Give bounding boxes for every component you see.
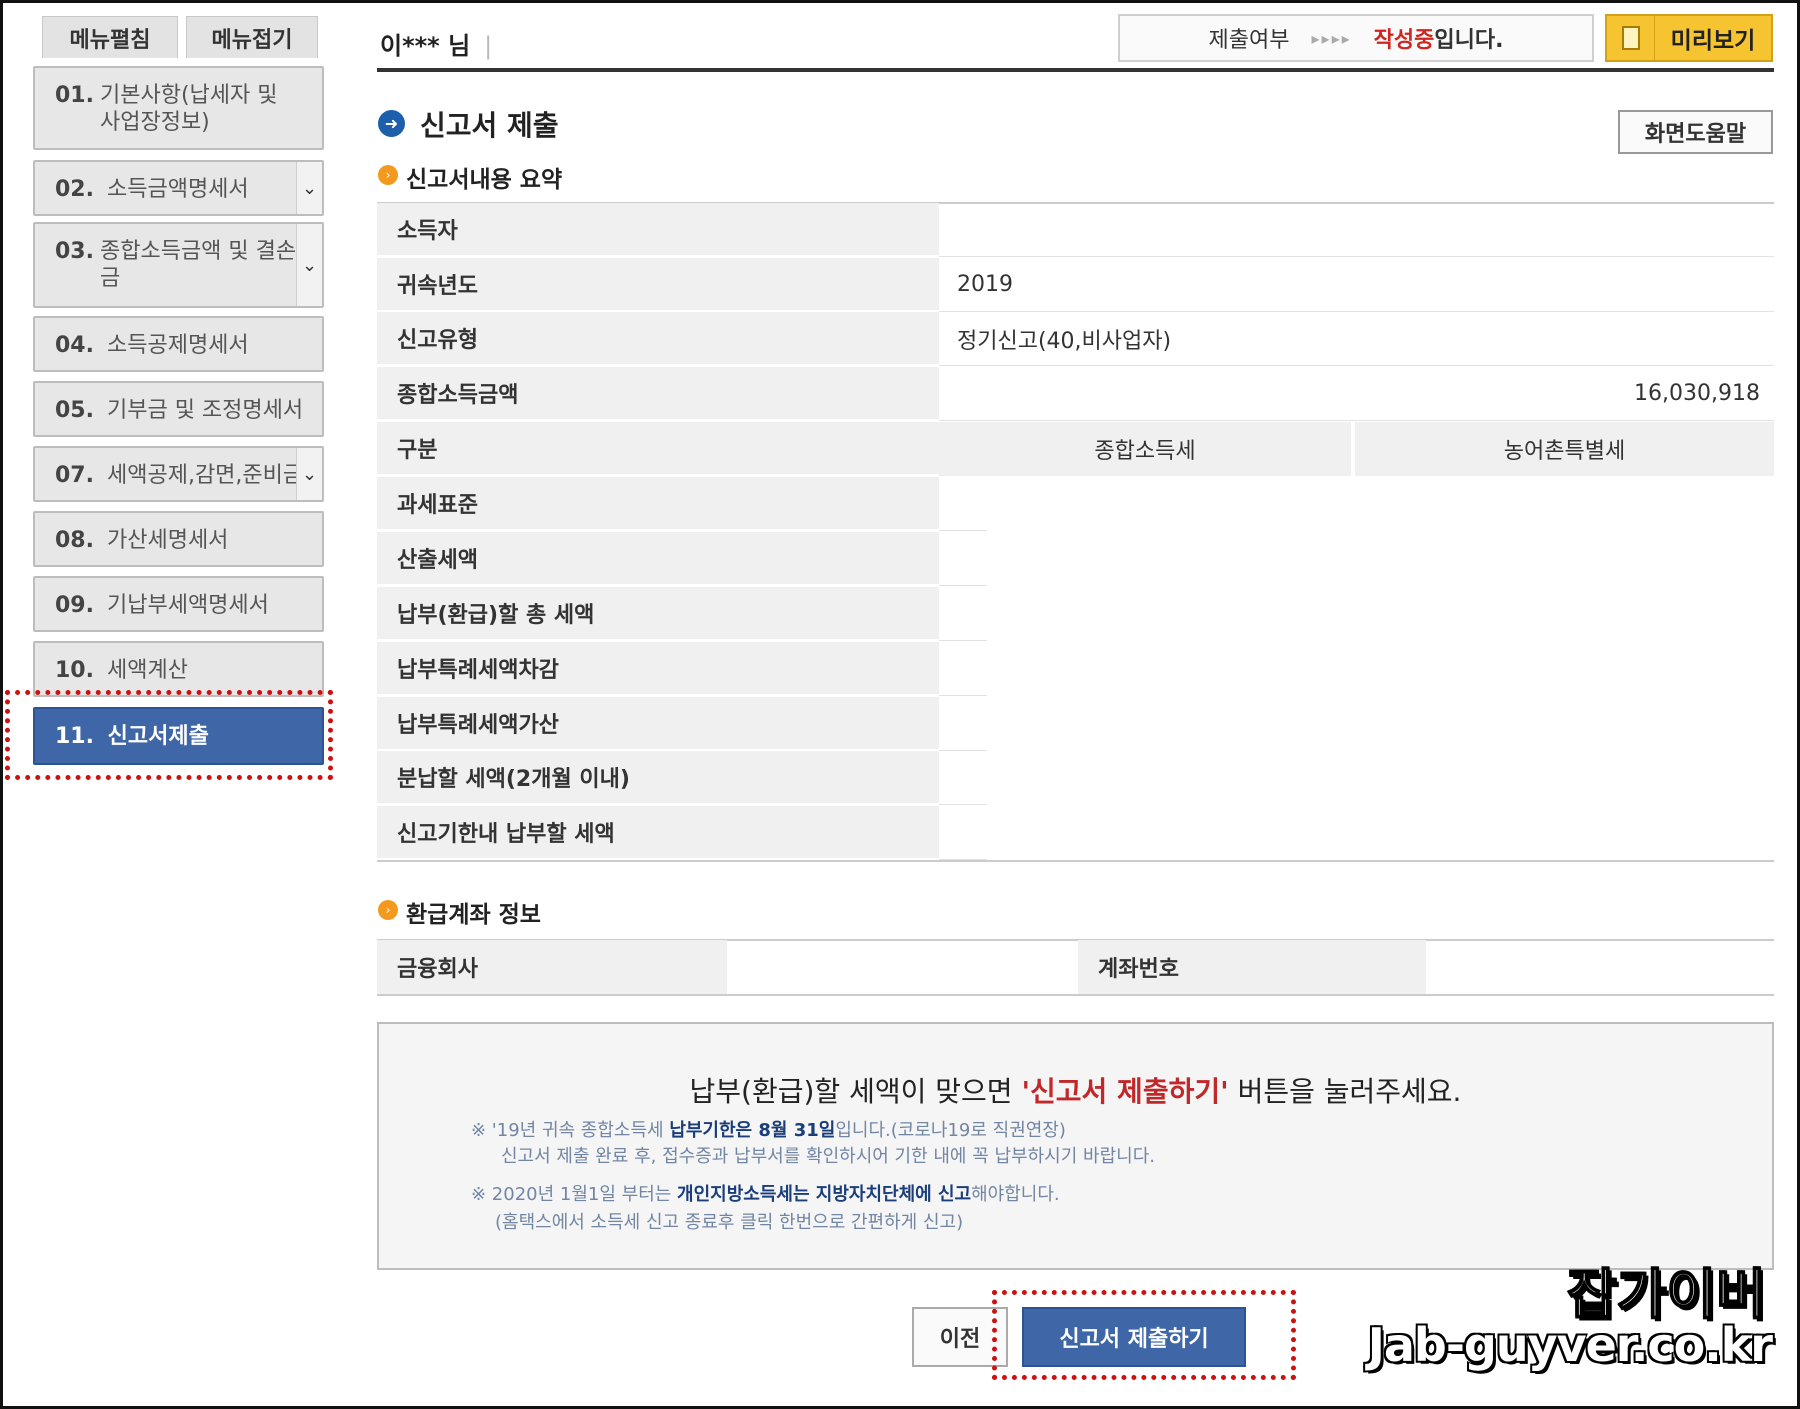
table-bottom-border — [377, 860, 1774, 862]
row-label-category: 구분 — [377, 422, 939, 476]
sidebar-item-label: 가산세명세서 — [106, 528, 229, 553]
row-label-due-tax: 신고기한내 납부할 세액 — [377, 806, 939, 860]
table-cell — [939, 751, 987, 805]
sidebar-item-label: 세액공제,감면,준비금 — [106, 463, 304, 488]
account-number-label: 계좌번호 — [1078, 940, 1426, 994]
table-cell — [939, 532, 987, 586]
preview-button[interactable]: 미리보기 — [1605, 14, 1773, 62]
row-label-installment: 분납할 세액(2개월 이내) — [377, 751, 939, 805]
sidebar-item-number: 07. — [55, 463, 94, 488]
notice-text: 납부(환급)할 세액이 맞으면 — [689, 1075, 1022, 1108]
row-label-tax-base: 과세표준 — [377, 477, 939, 531]
header-divider — [377, 68, 1774, 72]
notice-text: 버튼을 눌러주세요. — [1228, 1075, 1462, 1108]
sidebar-item-label: 세액계산 — [106, 658, 188, 683]
watermark-url: Jab-guyver.co.kr — [1367, 1318, 1773, 1372]
notice-highlight: '신고서 제출하기' — [1021, 1075, 1229, 1108]
sidebar-item-label: 소득공제명세서 — [106, 333, 249, 358]
chevron-down-icon[interactable]: ⌄ — [296, 162, 322, 214]
table-cell — [939, 477, 987, 531]
sidebar-item-label: 기본사항(납세자 및 사업장정보) — [99, 83, 278, 135]
row-label-calculated-tax: 산출세액 — [377, 532, 939, 586]
notice-line-1: ※ '19년 귀속 종합소득세 납부기한은 8월 31일입니다.(코로나19로 … — [471, 1116, 1066, 1142]
notice-main-text: 납부(환급)할 세액이 맞으면 '신고서 제출하기' 버튼을 눌러주세요. — [379, 1070, 1772, 1110]
row-label-income-person: 소득자 — [377, 203, 939, 257]
arrow-right-icon: ➜ — [378, 110, 405, 137]
row-label-special-deduct: 납부특례세액차감 — [377, 642, 939, 696]
sidebar-item-total-income[interactable]: 03. 종합소득금액 및 결손 금 ⌄ — [33, 222, 324, 308]
sidebar-item-label: 소득금액명세서 — [106, 177, 249, 202]
sidebar-item-number: 02. — [55, 177, 94, 202]
chevron-right-icon: › — [378, 900, 398, 920]
chevron-down-icon[interactable]: ⌄ — [296, 448, 322, 500]
account-table-bottom-border — [377, 994, 1774, 996]
page-title: 신고서 제출 — [420, 109, 559, 142]
notice-text: 해야합니다. — [971, 1184, 1060, 1205]
sidebar-item-number: 08. — [55, 528, 94, 553]
notice-bold: 개인지방소득세는 지방자치단체에 신고 — [677, 1184, 972, 1205]
sidebar-item-number: 03. — [55, 239, 94, 264]
bank-label: 금융회사 — [377, 940, 727, 994]
status-value: 작성중 — [1373, 28, 1435, 53]
sidebar-item-income-statement[interactable]: 02. 소득금액명세서 ⌄ — [33, 160, 324, 216]
sidebar-item-label: 기납부세액명세서 — [106, 593, 269, 618]
sidebar-item-label: 종합소득금액 및 결손 금 — [99, 239, 297, 291]
separator: | — [484, 32, 493, 60]
sidebar-item-penalty-tax[interactable]: 08. 가산세명세서 — [33, 511, 324, 567]
highlight-box-submit — [992, 1290, 1296, 1380]
status-arrows-icon: ▸▸▸▸ — [1311, 28, 1352, 48]
sidebar-item-prepaid-tax[interactable]: 09. 기납부세액명세서 — [33, 576, 324, 632]
user-name: 이*** 님 — [380, 32, 471, 60]
notice-line-2: 신고서 제출 완료 후, 접수증과 납부서를 확인하시어 기한 내에 꼭 납부하… — [501, 1146, 1155, 1167]
sidebar-item-tax-calc[interactable]: 10. 세액계산 — [33, 641, 324, 697]
table-cell — [939, 697, 987, 751]
notice-line-3: ※ 2020년 1월1일 부터는 개인지방소득세는 지방자치단체에 신고해야합니… — [471, 1180, 1060, 1206]
sidebar-item-number: 09. — [55, 593, 94, 618]
user-greeting: 이*** 님 | — [380, 26, 492, 61]
row-label-total-income: 종합소득금액 — [377, 367, 939, 421]
chevron-right-icon: › — [378, 165, 398, 185]
notice-box: 납부(환급)할 세액이 맞으면 '신고서 제출하기' 버튼을 눌러주세요. ※ … — [377, 1022, 1774, 1270]
chevron-down-icon[interactable]: ⌄ — [296, 224, 322, 306]
sidebar-item-donation[interactable]: 05. 기부금 및 조정명세서 — [33, 381, 324, 437]
notice-line-4: (홈택스에서 소득세 신고 종료후 클릭 한번으로 간편하게 신고) — [495, 1212, 964, 1233]
table-cell — [939, 587, 987, 641]
row-value-income-person — [939, 203, 1774, 257]
column-header-rural-tax: 농어촌특별세 — [1355, 422, 1774, 476]
sidebar-item-number: 05. — [55, 398, 94, 423]
row-value-year: 2019 — [939, 258, 1774, 312]
table-cell — [939, 806, 987, 860]
menu-collapse-button[interactable]: 메뉴접기 — [186, 16, 318, 58]
row-label-year: 귀속년도 — [377, 258, 939, 312]
row-label-report-type: 신고유형 — [377, 312, 939, 366]
table-cell — [939, 642, 987, 696]
notice-text: ※ 2020년 1월1일 부터는 — [471, 1184, 678, 1205]
summary-section-title: 신고서내용 요약 — [406, 167, 563, 193]
row-label-total-tax: 납부(환급)할 총 세액 — [377, 587, 939, 641]
sidebar-item-number: 10. — [55, 658, 94, 683]
refund-section-title: 환급계좌 정보 — [406, 902, 541, 928]
row-label-special-add: 납부특례세액가산 — [377, 697, 939, 751]
help-button[interactable]: 화면도움말 — [1618, 110, 1773, 154]
document-icon — [1607, 16, 1655, 60]
notice-bold: 납부기한은 8월 31일 — [669, 1120, 836, 1141]
row-value-total-income: 16,030,918 — [939, 367, 1774, 421]
submission-status: 제출여부 ▸▸▸▸ 작성중입니다. — [1118, 14, 1594, 62]
preview-label: 미리보기 — [1670, 28, 1756, 54]
row-value-report-type: 정기신고(40,비사업자) — [939, 312, 1774, 366]
notice-text: ※ '19년 귀속 종합소득세 — [471, 1120, 670, 1141]
highlight-box-sidebar — [5, 690, 333, 780]
status-label: 제출여부 — [1208, 28, 1290, 53]
sidebar-item-tax-credit[interactable]: 07. 세액공제,감면,준비금 ⌄ — [33, 446, 324, 502]
sidebar-item-number: 01. — [55, 83, 94, 108]
sidebar-item-basic-info[interactable]: 01. 기본사항(납세자 및 사업장정보) — [33, 66, 324, 150]
sidebar-item-label: 기부금 및 조정명세서 — [106, 398, 304, 423]
menu-expand-button[interactable]: 메뉴펼침 — [42, 16, 178, 58]
column-header-income-tax: 종합소득세 — [939, 422, 1353, 476]
sidebar-item-income-deduction[interactable]: 04. 소득공제명세서 — [33, 316, 324, 372]
status-suffix: 입니다. — [1434, 28, 1504, 53]
sidebar-item-number: 04. — [55, 333, 94, 358]
notice-text: 입니다.(코로나19로 직권연장) — [835, 1120, 1066, 1141]
